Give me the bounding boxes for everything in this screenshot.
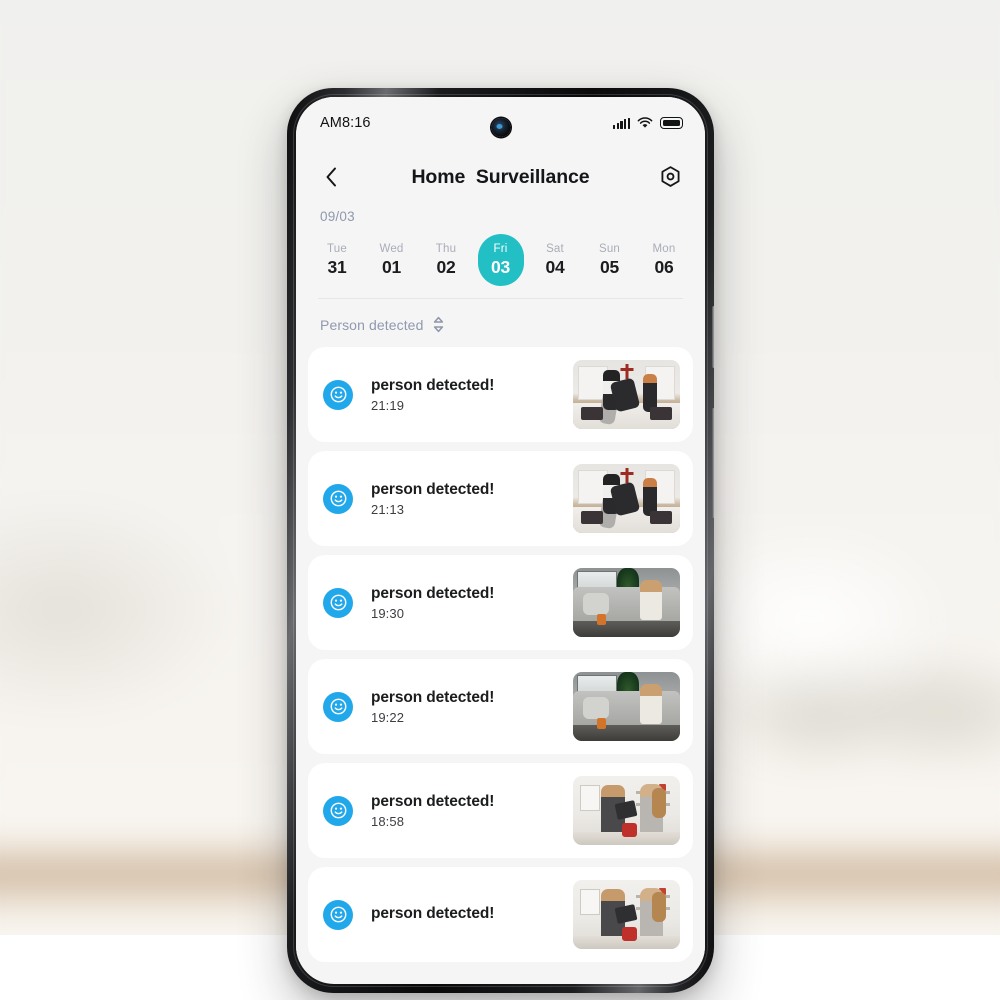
event-title: person detected! [371, 481, 495, 499]
day-name: Sat [546, 242, 564, 255]
settings-button[interactable] [657, 164, 683, 190]
event-list: person detected! 21:19 person detected! … [296, 347, 705, 962]
scene: AM8:16 Home Surveillance 09/03 Tue 31 We… [0, 0, 1000, 1000]
back-button[interactable] [318, 164, 344, 190]
day-name: Wed [379, 242, 404, 255]
day-number: 05 [599, 256, 620, 277]
event-text: person detected! 18:58 [353, 792, 573, 828]
day-number: 06 [654, 256, 674, 277]
day-number: 01 [381, 256, 402, 277]
event-time: 19:22 [371, 709, 405, 725]
signal-bars-icon [612, 117, 630, 129]
day-cell-sat[interactable]: Sat 04 [532, 234, 578, 286]
event-title: person detected! [371, 689, 495, 707]
day-cell-fri-selected[interactable]: Fri 03 [477, 234, 524, 286]
status-bar-icons [612, 117, 683, 129]
smiley-face-icon [323, 483, 353, 514]
event-thumbnail[interactable] [573, 776, 680, 845]
event-text: person detected! 21:13 [353, 480, 573, 516]
chevron-up-down-icon [434, 316, 444, 333]
phone-device: AM8:16 Home Surveillance 09/03 Tue 31 We… [287, 88, 714, 993]
table-row[interactable]: person detected! 21:13 [308, 451, 693, 546]
table-row[interactable]: person detected! [308, 867, 693, 962]
table-row[interactable]: person detected! 19:22 [308, 659, 693, 754]
power-button[interactable] [712, 306, 714, 368]
wifi-icon [637, 117, 653, 128]
event-time: 19:30 [371, 605, 405, 621]
smiley-face-icon [323, 379, 353, 410]
event-thumbnail[interactable] [573, 880, 680, 949]
day-number: 02 [436, 256, 456, 277]
event-thumbnail[interactable] [573, 360, 680, 429]
day-cell-wed[interactable]: Wed 01 [369, 234, 415, 286]
app-bar: Home Surveillance [296, 149, 705, 205]
event-title: person detected! [371, 904, 495, 922]
table-row[interactable]: person detected! 19:30 [308, 555, 693, 650]
event-time: 18:58 [371, 813, 405, 829]
chevron-left-icon [326, 167, 336, 187]
hex-gear-icon [661, 165, 679, 187]
month-label: 09/03 [320, 209, 355, 224]
date-picker: 09/03 Tue 31 Wed 01 Thu 02 Fri 03 Sat 04… [296, 205, 705, 298]
event-thumbnail[interactable] [573, 464, 680, 533]
event-time: 21:13 [371, 501, 405, 517]
day-number: 04 [545, 256, 565, 277]
event-title: person detected! [371, 377, 495, 395]
smiley-face-icon [323, 587, 353, 618]
filter-label: Person detected [320, 316, 424, 333]
day-cell-tue[interactable]: Tue 31 [314, 234, 360, 286]
day-cell-sun[interactable]: Sun 05 [587, 234, 633, 286]
day-name: Fri [493, 242, 508, 255]
table-row[interactable]: person detected! 18:58 [308, 763, 693, 858]
event-time: 21:19 [371, 397, 405, 413]
volume-button[interactable] [712, 408, 714, 518]
smiley-face-icon [323, 899, 353, 930]
phone-screen: AM8:16 Home Surveillance 09/03 Tue 31 We… [296, 97, 705, 984]
day-number: 31 [327, 256, 347, 277]
event-text: person detected! 19:30 [353, 584, 573, 620]
event-title: person detected! [371, 793, 495, 811]
table-row[interactable]: person detected! 21:19 [308, 347, 693, 442]
smiley-face-icon [323, 691, 353, 722]
event-thumbnail[interactable] [573, 672, 680, 741]
page-title: Home Surveillance [411, 165, 590, 188]
event-text: person detected! 21:19 [353, 376, 573, 412]
days-row: Tue 31 Wed 01 Thu 02 Fri 03 Sat 04 Sun 0… [296, 224, 705, 298]
event-thumbnail[interactable] [573, 568, 680, 637]
smiley-face-icon [323, 795, 353, 826]
event-text: person detected! [353, 904, 573, 925]
day-number: 03 [490, 256, 511, 277]
event-title: person detected! [371, 585, 495, 603]
day-cell-thu[interactable]: Thu 02 [423, 234, 469, 286]
day-name: Mon [652, 242, 676, 255]
day-cell-mon[interactable]: Mon 06 [641, 234, 687, 286]
battery-icon [660, 117, 683, 129]
day-name: Tue [327, 242, 347, 255]
status-bar-time: AM8:16 [320, 115, 371, 131]
day-name: Sun [598, 242, 621, 255]
front-camera-icon [491, 118, 510, 137]
event-text: person detected! 19:22 [353, 688, 573, 724]
day-name: Thu [435, 242, 457, 255]
filter-sort-control[interactable]: Person detected [296, 299, 705, 347]
